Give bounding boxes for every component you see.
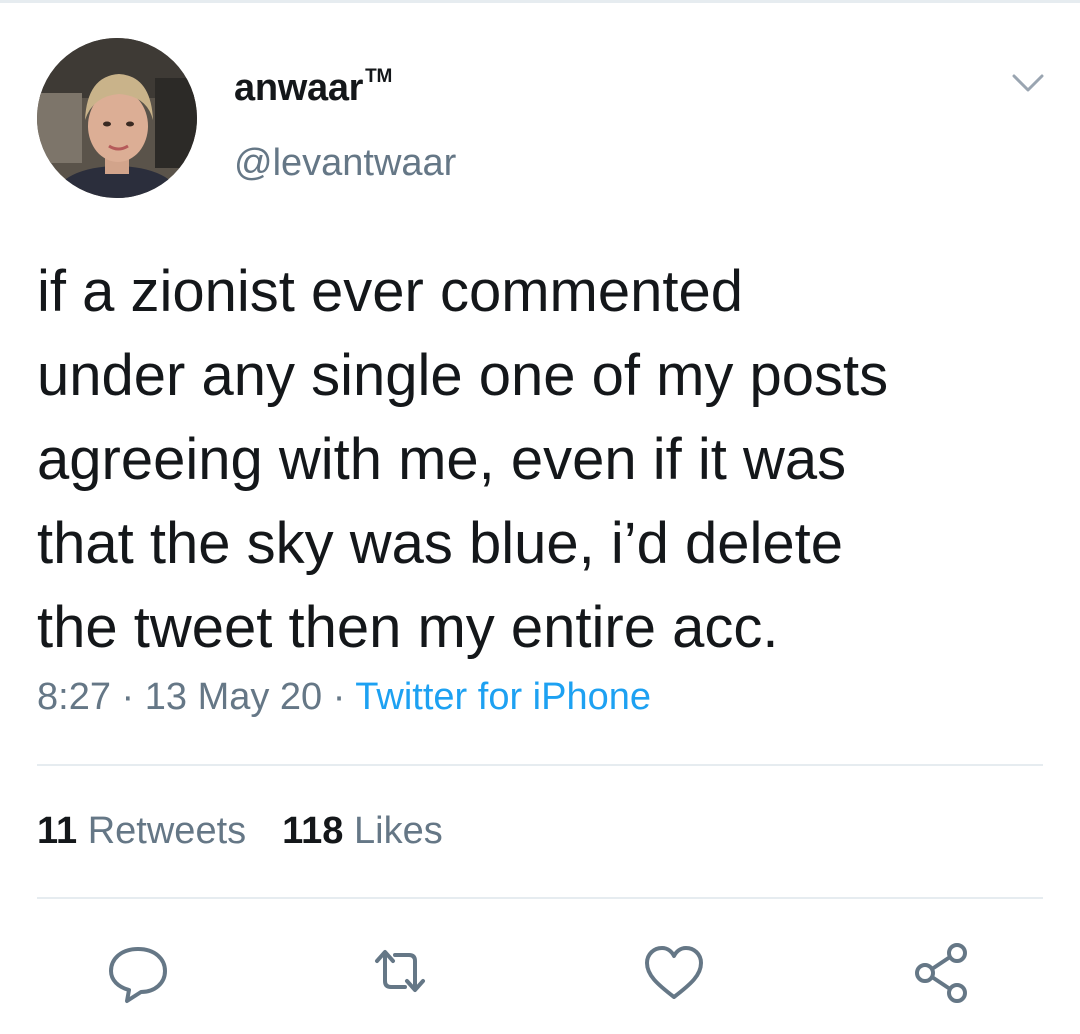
likes-stat[interactable]: 118 Likes [282, 810, 443, 852]
tweet-text-line: the tweet then my entire acc. [37, 595, 779, 660]
chevron-down-icon[interactable] [1010, 70, 1046, 96]
reply-icon[interactable] [103, 937, 173, 1007]
tweet-date: 13 May 20 [144, 676, 323, 718]
top-divider [0, 0, 1080, 3]
tweet-time: 8:27 [37, 676, 111, 718]
display-name-text: anwaar [234, 67, 364, 109]
tweet-text: if a zionist ever commented under any si… [37, 250, 1047, 670]
divider [37, 764, 1043, 766]
likes-label: Likes [354, 810, 443, 852]
likes-count: 118 [282, 810, 344, 852]
retweet-icon[interactable] [365, 937, 435, 1007]
retweets-count: 11 [37, 810, 78, 852]
tweet-stats: 11 Retweets 118 Likes [37, 810, 479, 853]
trademark-mark: TM [365, 66, 393, 87]
retweets-label: Retweets [87, 810, 247, 852]
meta-separator: · [121, 676, 135, 718]
tweet-text-line: that the sky was blue, i’d delete [37, 511, 844, 576]
retweets-stat[interactable]: 11 Retweets [37, 810, 246, 852]
author-handle[interactable]: @levantwaar [234, 142, 456, 185]
divider [37, 897, 1043, 899]
meta-separator: · [332, 676, 346, 718]
like-icon[interactable] [639, 937, 709, 1007]
author-display-name[interactable]: anwaar TM [234, 66, 392, 110]
tweet-text-line: under any single one of my posts [37, 343, 889, 408]
tweet-metadata: 8:27 · 13 May 20 · Twitter for iPhone [37, 676, 651, 719]
share-icon[interactable] [907, 937, 977, 1007]
tweet-text-line: if a zionist ever commented [37, 259, 743, 324]
avatar[interactable] [37, 38, 197, 198]
tweet-text-line: agreeing with me, even if it was [37, 427, 847, 492]
tweet-source-link[interactable]: Twitter for iPhone [355, 676, 651, 718]
